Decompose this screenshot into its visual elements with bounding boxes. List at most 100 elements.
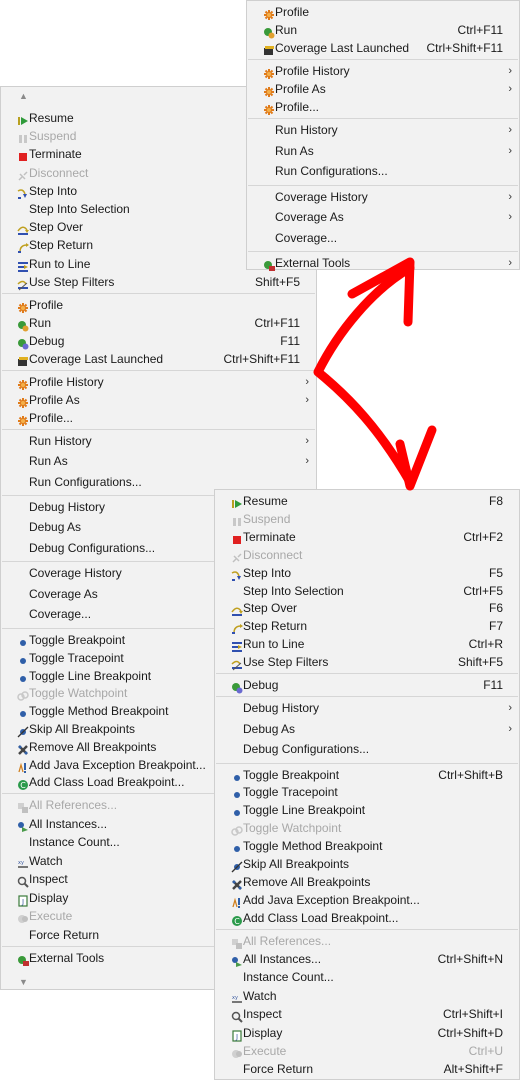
menu-item-execute: Execute Ctrl+U (215, 1042, 519, 1060)
menu-item-label: Toggle Method Breakpoint (243, 839, 383, 854)
run-to-line-icon-glyph (232, 642, 242, 653)
menu-item-profile-history[interactable]: Profile History › (1, 373, 316, 391)
menu-item-label: Run As (275, 143, 314, 158)
menu-item-shortcut: Ctrl+Shift+F11 (426, 41, 503, 55)
menu-item-run[interactable]: Run Ctrl+F11 (1, 314, 316, 332)
submenu-arrow-icon: › (508, 190, 512, 203)
menu-item-toggle-tracepoint[interactable]: Toggle Tracepoint (215, 783, 519, 801)
menu-item-force-return[interactable]: Force Return Alt+Shift+F (215, 1060, 519, 1078)
menu-item-instance-count[interactable]: Instance Count... (215, 968, 519, 986)
menu-item-label: Coverage History (275, 189, 368, 204)
menu-item-debug-as[interactable]: Debug As › (215, 720, 519, 738)
menu-item-resume[interactable]: Resume F8 (215, 492, 519, 510)
step-return-icon (223, 620, 243, 635)
menu-item-label: External Tools (29, 951, 105, 966)
step-filters-icon-glyph (17, 280, 28, 291)
menu-item-coverage-as[interactable]: Coverage As › (247, 208, 519, 226)
menu-item-debug[interactable]: Debug F11 (1, 332, 316, 350)
menu-item-toggle-watchpoint: Toggle Watchpoint (215, 819, 519, 837)
step-filters-icon (223, 656, 242, 671)
run-menu-after: Resume F8 Suspend Terminate Ctrl+F2 Disconnec… (214, 489, 520, 1080)
suspend-icon (9, 130, 27, 144)
menu-item-label: Remove All Breakpoints (243, 874, 371, 889)
menu-item-use-step-filters[interactable]: Use Step Filters Shift+F5 (1, 273, 316, 291)
menu-item-run-as[interactable]: Run As › (1, 452, 316, 470)
menu-item-coverage-last-launched[interactable]: Coverage Last Launched Ctrl+Shift+F11 (1, 350, 316, 368)
menu-item-add-java-exception-breakpoint[interactable]: Add Java Exception Breakpoint... (215, 891, 519, 909)
menu-item-inspect[interactable]: Inspect Ctrl+Shift+I (215, 1005, 519, 1023)
menu-item-terminate[interactable]: Terminate Ctrl+F2 (215, 528, 519, 546)
menu-item-skip-all-breakpoints[interactable]: Skip All Breakpoints (215, 855, 519, 873)
menu-item-step-return[interactable]: Step Return F7 (215, 617, 519, 635)
menu-item-coverage[interactable]: Coverage... (247, 229, 519, 247)
menu-item-run[interactable]: Run Ctrl+F11 (247, 21, 519, 39)
menu-item-shortcut: Ctrl+F11 (457, 23, 503, 37)
menu-item-toggle-line-breakpoint[interactable]: Toggle Line Breakpoint (215, 801, 519, 819)
menu-item-remove-all-breakpoints[interactable]: Remove All Breakpoints (215, 873, 519, 891)
menu-separator (2, 370, 315, 371)
menu-item-label: Profile History (275, 64, 350, 78)
menu-item-profile[interactable]: Profile (1, 296, 316, 314)
watchpoint-icon (223, 822, 243, 836)
svg-text:J: J (235, 1033, 238, 1041)
menu-item-run-configurations[interactable]: Run Configurations... (247, 162, 519, 180)
exception-breakpoint-icon (223, 894, 240, 908)
menu-item-label: Skip All Breakpoints (29, 721, 136, 736)
step-over-icon (223, 602, 243, 617)
profile-icon-glyph (264, 105, 274, 115)
menu-item-watch[interactable]: xy Watch (215, 987, 519, 1005)
exception-breakpoint-icon-glyph (18, 762, 26, 773)
svg-text:xy: xy (232, 995, 238, 1001)
profile-icon-glyph (264, 10, 274, 20)
menu-item-run-as[interactable]: Run As › (247, 142, 519, 160)
menu-item-label: Step Into Selection (29, 202, 130, 216)
scroll-down-icon[interactable]: ▼ (19, 977, 28, 987)
menu-item-display[interactable]: J Display Ctrl+Shift+D (215, 1024, 519, 1042)
menu-item-label: Add Class Load Breakpoint... (29, 775, 185, 790)
menu-item-step-into-selection[interactable]: Step Into Selection Ctrl+F5 (215, 582, 519, 600)
profile-icon (255, 83, 274, 97)
menu-item-use-step-filters[interactable]: Use Step Filters Shift+F5 (215, 653, 519, 671)
submenu-arrow-icon: › (508, 257, 512, 269)
menu-item-toggle-method-breakpoint[interactable]: Toggle Method Breakpoint (215, 837, 519, 855)
menu-item-coverage-last-launched[interactable]: Coverage Last Launched Ctrl+Shift+F11 (247, 39, 519, 57)
menu-item-label: Profile As (29, 393, 80, 407)
menu-item-profile[interactable]: Profile (247, 3, 519, 21)
menu-item-label: Toggle Line Breakpoint (29, 668, 152, 683)
menu-item-add-class-load-breakpoint[interactable]: C Add Class Load Breakpoint... (215, 909, 519, 927)
menu-item-debug[interactable]: Debug F11 (215, 676, 519, 694)
menu-item-profile-as[interactable]: Profile As › (1, 391, 316, 409)
exception-breakpoint-icon-glyph (232, 897, 240, 908)
menu-item-profile[interactable]: Profile... (1, 409, 316, 427)
coverage-icon (255, 42, 274, 55)
menu-item-run-to-line[interactable]: Run to Line Ctrl+R (215, 635, 519, 653)
display-icon: J (9, 892, 28, 907)
menu-item-profile[interactable]: Profile... (247, 98, 519, 116)
submenu-arrow-icon: › (508, 702, 512, 714)
menu-item-external-tools[interactable]: External Tools › (247, 254, 519, 272)
menu-item-all-instances[interactable]: All Instances... Ctrl+Shift+N (215, 950, 519, 968)
menu-item-disconnect: Disconnect (215, 546, 519, 564)
menu-item-coverage-history[interactable]: Coverage History › (247, 188, 519, 206)
menu-item-label: Add Java Exception Breakpoint... (29, 757, 206, 772)
menu-item-run-history[interactable]: Run History › (247, 121, 519, 139)
menu-item-step-over[interactable]: Step Over F6 (215, 599, 519, 617)
run-icon (9, 317, 29, 332)
menu-item-profile-as[interactable]: Profile As › (247, 80, 519, 98)
menu-item-run-history[interactable]: Run History › (1, 432, 316, 450)
menu-item-debug-history[interactable]: Debug History › (215, 699, 519, 717)
disconnect-icon (223, 549, 242, 563)
menu-item-label: Watch (243, 988, 277, 1003)
menu-item-debug-configurations[interactable]: Debug Configurations... (215, 740, 519, 758)
menu-item-shortcut: Shift+F5 (457, 655, 503, 670)
menu-item-run-configurations[interactable]: Run Configurations... (1, 473, 316, 491)
menu-item-step-into[interactable]: Step Into F5 (215, 564, 519, 582)
menu-item-profile-history[interactable]: Profile History › (247, 62, 519, 80)
terminate-icon (223, 531, 241, 544)
breakpoint-icon-glyph (234, 846, 240, 853)
menu-item-toggle-breakpoint[interactable]: Toggle Breakpoint Ctrl+Shift+B (215, 766, 519, 784)
class-load-icon-glyph: C (18, 780, 28, 791)
scroll-up-icon[interactable]: ▲ (19, 91, 28, 101)
inspect-icon (9, 873, 29, 888)
skip-breakpoints-icon-glyph (17, 726, 29, 738)
